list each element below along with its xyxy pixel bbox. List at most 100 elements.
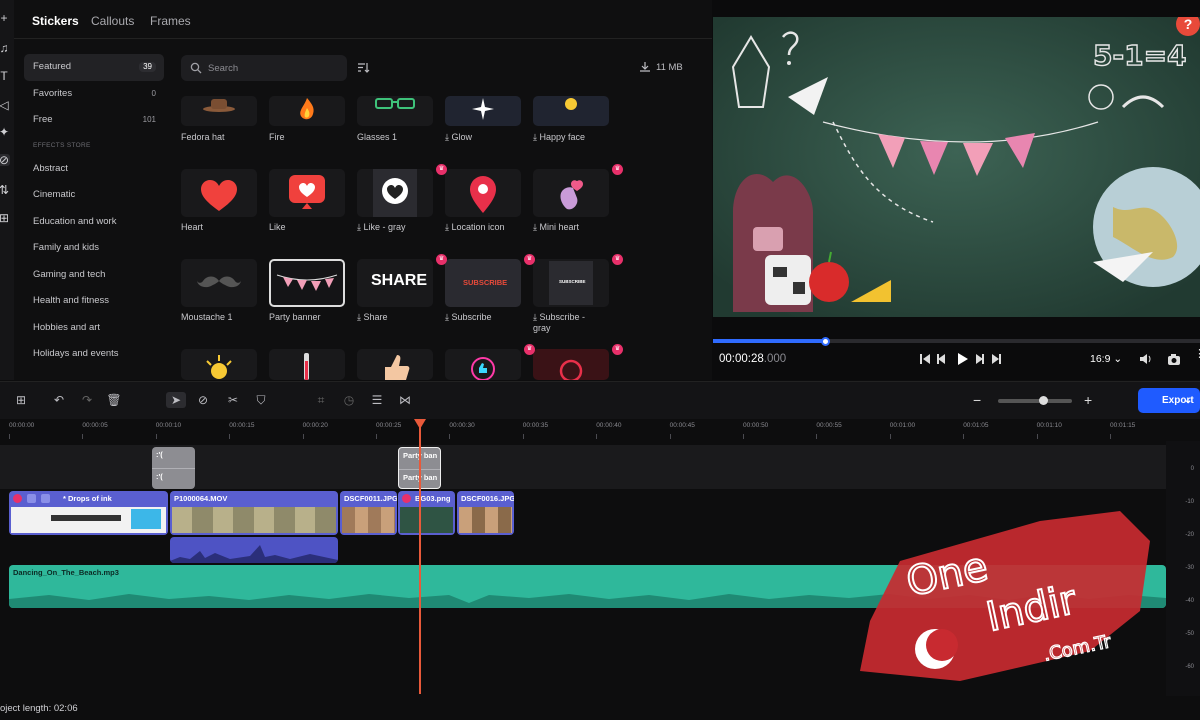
sticker-tile[interactable]: [357, 169, 433, 217]
delete-icon[interactable]: 🗑: [106, 392, 122, 408]
video-clip[interactable]: DSCF0016.JPG: [457, 491, 514, 535]
video-clip[interactable]: * Drops of ink: [9, 491, 168, 535]
sticker-tile[interactable]: SHARE: [357, 259, 433, 307]
skip-back-icon[interactable]: [920, 354, 930, 364]
sort-icon[interactable]: [357, 61, 370, 74]
sticker-tile[interactable]: [445, 96, 521, 126]
speed-icon[interactable]: ◷: [341, 392, 357, 408]
sticker-tile[interactable]: [181, 259, 257, 307]
sticker-tile[interactable]: [445, 169, 521, 217]
store-category[interactable]: Holidays and events: [24, 341, 164, 368]
playhead[interactable]: [419, 419, 421, 694]
sticker-label-text: Location icon: [451, 222, 505, 232]
snapshot-icon[interactable]: [1167, 352, 1181, 366]
transition-icon[interactable]: ◁: [0, 99, 10, 111]
ruler-tick: [9, 434, 10, 439]
sticker-label: ⤓ Share: [357, 312, 388, 322]
sticker-tile[interactable]: SUBSCRIBE: [445, 259, 521, 307]
store-category[interactable]: Abstract: [24, 156, 164, 183]
like-gray-icon: [373, 169, 417, 217]
scrubber-handle[interactable]: [821, 337, 830, 346]
marker-icon[interactable]: ⛉: [253, 392, 269, 408]
ruler-tick: [889, 434, 891, 439]
crop-icon[interactable]: ⌗: [313, 392, 329, 408]
skip-forward-icon[interactable]: [992, 354, 1001, 364]
sticker-tile[interactable]: [181, 169, 257, 217]
sticker-tile[interactable]: [533, 169, 609, 217]
cut-icon[interactable]: ✂: [225, 392, 241, 408]
zoom-slider[interactable]: [998, 399, 1072, 403]
play-icon[interactable]: [958, 353, 968, 365]
zoom-out-icon[interactable]: −: [973, 392, 987, 408]
undo-icon[interactable]: ↶: [51, 392, 67, 408]
zoom-slider-handle[interactable]: [1039, 396, 1048, 405]
sticker-tile[interactable]: [533, 96, 609, 126]
sticker-tile[interactable]: [269, 169, 345, 217]
premium-crown-icon: ♛: [436, 254, 447, 265]
sticker-label: Moustache 1: [181, 312, 233, 322]
tab-callouts[interactable]: Callouts: [91, 14, 134, 28]
volume-icon[interactable]: [1138, 352, 1152, 366]
sticker-tool-icon[interactable]: ⊘: [195, 392, 211, 408]
plus-icon[interactable]: +: [0, 12, 10, 24]
frame-back-icon[interactable]: [937, 354, 945, 364]
overlay-clip[interactable]: :'( :'(: [152, 447, 195, 489]
adjust-icon[interactable]: ☰: [369, 392, 385, 408]
tab-frames[interactable]: Frames: [150, 14, 191, 28]
video-preview[interactable]: 5-1=4 ?: [713, 17, 1200, 317]
category-favorites[interactable]: Favorites 0: [24, 81, 164, 108]
export-button[interactable]: Export ⌄: [1138, 388, 1200, 413]
sticker-tile[interactable]: [357, 349, 433, 380]
tab-stickers[interactable]: Stickers: [32, 14, 79, 28]
share-sticker-text: SHARE: [371, 272, 428, 289]
apps-icon[interactable]: ⊞: [0, 212, 10, 224]
happy-face-icon: [565, 98, 577, 110]
moustache-icon: [197, 276, 241, 288]
music-icon[interactable]: ♫: [0, 42, 10, 54]
premium-crown-icon: ♛: [612, 164, 623, 175]
more-options-icon[interactable]: ⋮: [1194, 349, 1200, 366]
store-category[interactable]: Gaming and tech: [24, 262, 164, 289]
sticker-icon[interactable]: ⊘: [0, 154, 10, 166]
frame-forward-icon[interactable]: [976, 354, 984, 364]
store-category[interactable]: Education and work: [24, 209, 164, 236]
effects-icon[interactable]: ✦: [0, 126, 10, 138]
video-clip[interactable]: BG03.png: [398, 491, 455, 535]
aspect-ratio-select[interactable]: 16:9 ⌄: [1090, 353, 1122, 365]
sticker-tile[interactable]: SUBSCRIBE: [533, 259, 609, 307]
sticker-tile[interactable]: [181, 96, 257, 126]
select-tool-icon[interactable]: ➤: [166, 392, 186, 408]
video-clip-audio[interactable]: [170, 537, 338, 563]
sticker-tile[interactable]: [181, 349, 257, 380]
ruler-tick-label: 00:00:30: [449, 422, 475, 429]
category-featured[interactable]: Featured 39: [24, 54, 164, 81]
transition-tool-icon[interactable]: ⋈: [397, 392, 413, 408]
search-input[interactable]: Search: [181, 55, 347, 81]
store-category[interactable]: Hobbies and art: [24, 315, 164, 342]
sticker-tile[interactable]: [357, 96, 433, 126]
ruler-tick-label: 00:00:20: [302, 422, 328, 429]
category-free[interactable]: Free 101: [24, 107, 164, 134]
video-clip[interactable]: P1000064.MOV: [170, 491, 338, 535]
video-clip[interactable]: DSCF0011.JPG: [340, 491, 397, 535]
store-category[interactable]: Cinematic: [24, 182, 164, 209]
add-track-icon[interactable]: ⊞: [13, 392, 29, 408]
store-category[interactable]: Family and kids: [24, 235, 164, 262]
redo-icon[interactable]: ↷: [79, 392, 95, 408]
sticker-tile-selected[interactable]: [269, 259, 345, 307]
adjust-icon: [27, 494, 36, 503]
sticker-tile[interactable]: [533, 349, 609, 380]
ruler-tick-label: 00:01:10: [1036, 422, 1062, 429]
glasses-icon: [375, 98, 415, 109]
playback-progress: [713, 339, 825, 343]
zoom-in-icon[interactable]: +: [1084, 392, 1098, 408]
fire-icon: [300, 98, 314, 120]
sticker-label: ⤓ Location icon: [445, 222, 505, 232]
sticker-tile[interactable]: [445, 349, 521, 380]
time-ruler[interactable]: 00:00:00 00:00:05 00:00:10 00:00:15 00:00:20…: [0, 419, 1166, 441]
sticker-tile[interactable]: [269, 349, 345, 380]
filters-icon[interactable]: ⇅: [0, 184, 10, 196]
text-icon[interactable]: T: [0, 70, 10, 82]
sticker-tile[interactable]: [269, 96, 345, 126]
store-category[interactable]: Health and fitness: [24, 288, 164, 315]
